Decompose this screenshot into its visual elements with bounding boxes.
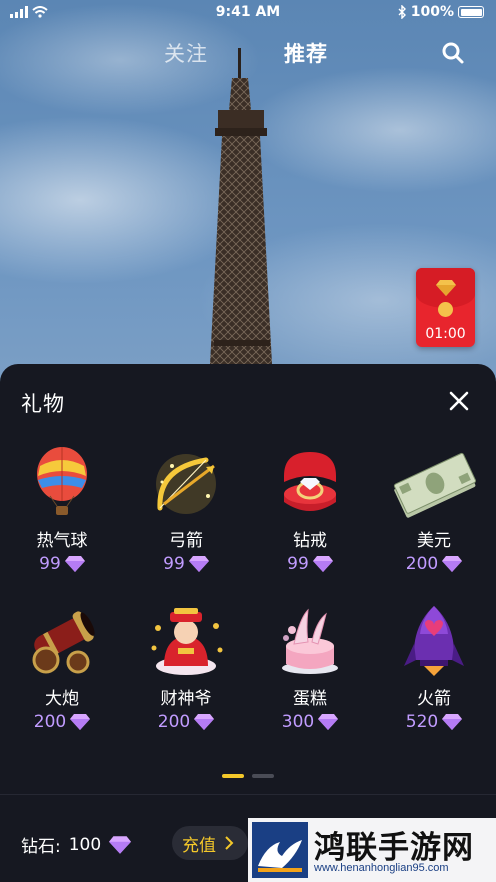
diamond-icon	[194, 714, 215, 730]
hot-air-balloon-icon	[37, 447, 87, 515]
gift-price: 300	[281, 712, 315, 732]
diamond-icon	[312, 556, 333, 572]
diamond-ring-icon	[284, 452, 336, 511]
chevron-right-icon	[225, 836, 234, 850]
gift-item[interactable]: 美元 200	[372, 446, 496, 574]
cake-icon	[282, 608, 338, 674]
gift-item[interactable]: 蛋糕 300	[248, 604, 372, 732]
gift-price: 99	[287, 554, 309, 574]
battery-icon	[458, 6, 484, 18]
red-packet-button[interactable]: 01:00	[416, 268, 475, 347]
gift-name: 弓箭	[169, 531, 203, 551]
diamond-icon	[70, 714, 91, 730]
page-dot-active[interactable]	[222, 774, 244, 778]
diamond-icon	[442, 556, 463, 572]
cannon-icon	[32, 611, 95, 674]
status-bar: 9:41 AM 100%	[0, 0, 496, 26]
bow-arrow-icon	[156, 454, 216, 514]
gift-panel: 礼物 热气球 99 弓箭 99 钻戒 99 美元 200 大炮 200 财神爷 …	[0, 364, 496, 882]
gift-name: 美元	[417, 531, 451, 551]
bluetooth-icon	[398, 5, 406, 19]
red-packet-coin-icon	[438, 302, 453, 317]
diamond-icon	[188, 556, 209, 572]
gift-item[interactable]: 火箭 520	[372, 604, 496, 732]
battery-percent: 100%	[410, 4, 454, 20]
diamond-balance: 钻石: 100	[21, 832, 132, 857]
close-icon[interactable]	[448, 390, 470, 412]
gift-name: 火箭	[417, 689, 451, 709]
diamond-icon	[64, 556, 85, 572]
gift-name: 钻戒	[293, 531, 327, 551]
god-of-wealth-icon	[151, 608, 223, 675]
gift-name: 蛋糕	[293, 689, 327, 709]
gift-name: 财神爷	[160, 689, 212, 709]
recharge-button[interactable]: 充值	[172, 826, 248, 860]
gift-panel-title: 礼物	[21, 392, 65, 416]
balance-label: 钻石:	[21, 837, 61, 857]
top-nav: 关注 推荐	[0, 38, 496, 70]
gift-item[interactable]: 大炮 200	[0, 604, 124, 732]
diamond-icon	[442, 714, 463, 730]
watermark: 鸿联手游网 www.henanhonglian95.com	[248, 818, 496, 882]
recharge-label: 充值	[182, 835, 216, 856]
page-dot[interactable]	[252, 774, 274, 778]
gift-price: 200	[405, 554, 439, 574]
gift-item[interactable]: 热气球 99	[0, 446, 124, 574]
gift-price: 200	[157, 712, 191, 732]
watermark-url: www.henanhonglian95.com	[314, 862, 449, 874]
dollar-bills-icon	[393, 452, 477, 518]
gift-price: 99	[163, 554, 185, 574]
watermark-logo	[252, 822, 308, 878]
watermark-text: 鸿联手游网	[314, 830, 474, 866]
search-icon[interactable]	[441, 41, 465, 65]
gift-item[interactable]: 财神爷 200	[124, 604, 248, 732]
gift-name: 热气球	[36, 531, 88, 551]
diamond-icon	[109, 835, 132, 854]
divider	[0, 794, 496, 795]
page-indicator	[0, 774, 496, 778]
gift-item[interactable]: 弓箭 99	[124, 446, 248, 574]
gift-price: 520	[405, 712, 439, 732]
tab-recommend[interactable]: 推荐	[284, 38, 328, 68]
balance-value: 100	[68, 834, 102, 855]
gift-item[interactable]: 钻戒 99	[248, 446, 372, 574]
red-packet-timer: 01:00	[425, 326, 466, 342]
gift-price: 99	[39, 554, 61, 574]
rocket-icon	[404, 606, 464, 676]
red-packet-diamond-icon	[436, 280, 456, 296]
gift-name: 大炮	[45, 689, 79, 709]
gift-price: 200	[33, 712, 67, 732]
tab-follow[interactable]: 关注	[164, 38, 208, 68]
diamond-icon	[318, 714, 339, 730]
